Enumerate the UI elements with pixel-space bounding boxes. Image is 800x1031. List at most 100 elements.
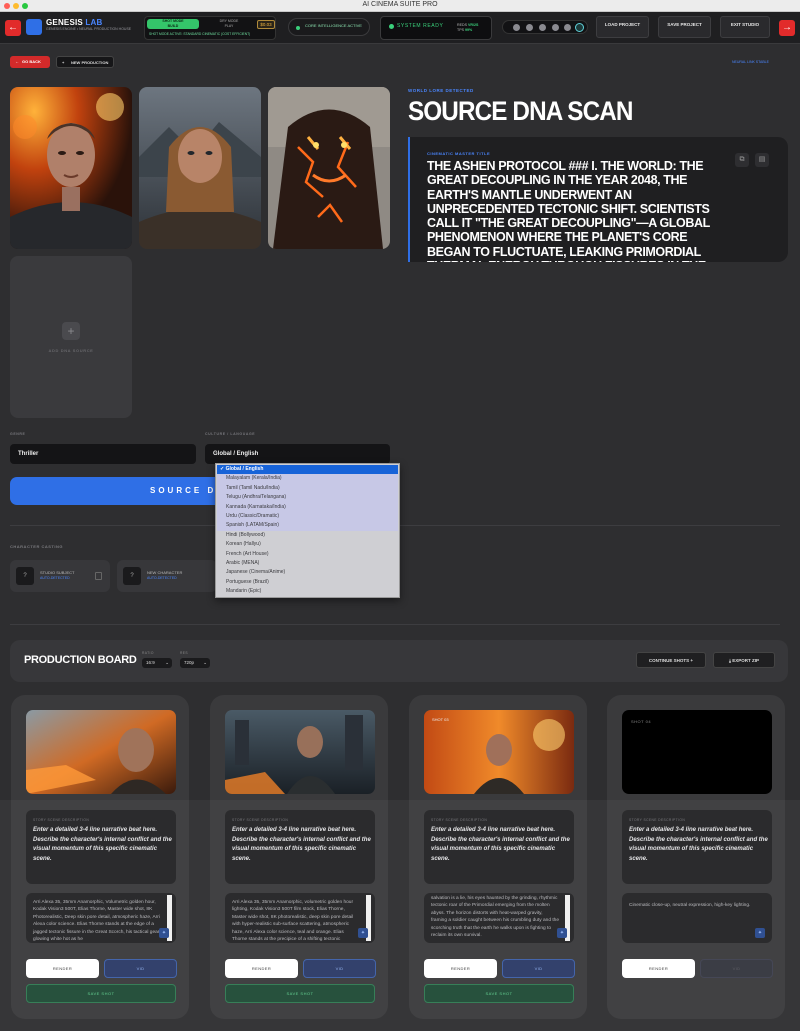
trash-icon[interactable]	[95, 572, 102, 580]
scene-description-box[interactable]: STORY SCENE DESCRIPTION Enter a detailed…	[26, 810, 176, 884]
dna-source-portrait-monster[interactable]	[268, 87, 390, 249]
production-board-header: PRODUCTION BOARD RATIO 16:9 ⌄ RES 720p ⌄…	[10, 640, 788, 682]
tps-value: 99%	[465, 28, 473, 32]
dropdown-option[interactable]: Japanese (Cinema/Anime)	[217, 568, 398, 577]
dropdown-option[interactable]: Spanish (LATAM/Spain)	[217, 521, 398, 531]
resolution-select[interactable]: 720p ⌄	[180, 658, 210, 668]
dropdown-option[interactable]: Arabic (MENA)	[217, 559, 398, 568]
download-icon: ⤓	[728, 658, 731, 663]
master-title-text[interactable]: THE ASHEN PROTOCOL ### I. THE WORLD: THE…	[427, 159, 727, 262]
export-zip-button[interactable]: ⤓ EXPORT ZIP	[713, 652, 775, 668]
video-button[interactable]: VID	[502, 959, 575, 978]
unknown-avatar-icon: ?	[123, 567, 141, 585]
lava-creature-image	[268, 87, 390, 249]
render-button[interactable]: RENDER	[26, 959, 99, 978]
ratio-select[interactable]: 16:9 ⌄	[142, 658, 172, 668]
scene-description-label: STORY SCENE DESCRIPTION	[33, 818, 90, 822]
dropdown-option[interactable]: Portuguese (Brazil)	[217, 578, 398, 587]
dropdown-option[interactable]: Tamil (Tamil Nadu/India)	[217, 483, 398, 494]
shot-prompt-text: Arri Alexa 35, 35mm Anamorphic, volumetr…	[232, 900, 354, 943]
step-dot[interactable]	[539, 24, 546, 31]
sparkle-icon[interactable]: ✦	[755, 928, 765, 938]
scene-description-label: STORY SCENE DESCRIPTION	[431, 818, 488, 822]
dropdown-option[interactable]: French (Art House)	[217, 550, 398, 559]
step-dot-active[interactable]	[575, 23, 584, 32]
back-arrow-button[interactable]: ←	[5, 20, 21, 36]
step-dot[interactable]	[513, 24, 520, 31]
dropdown-option[interactable]: Mandarin (Epic)	[217, 587, 398, 596]
dropdown-option[interactable]: Hindi (Bollywood)	[217, 531, 398, 540]
video-button[interactable]: VID	[303, 959, 376, 978]
character-card[interactable]: ? STUDIO SUBJECT AUTO-DETECTED	[10, 560, 110, 592]
genre-select[interactable]: Thriller	[10, 444, 196, 464]
new-production-label: NEW PRODUCTION	[71, 60, 109, 65]
dropdown-option[interactable]: Malayalam (Kerala/India)	[217, 474, 398, 484]
save-shot-button[interactable]: SAVE SHOT	[424, 984, 574, 1003]
cost-badge: $0.03	[257, 20, 275, 29]
shot-thumbnail[interactable]	[26, 710, 176, 794]
shot-prompt-textarea[interactable]: Arri Alexa 35, 35mm Anamorphic, volumetr…	[225, 893, 375, 943]
sparkle-icon[interactable]: ✦	[557, 928, 567, 938]
video-button[interactable]: VID	[700, 959, 773, 978]
step-dot[interactable]	[564, 24, 571, 31]
forward-arrow-button[interactable]: →	[779, 20, 795, 36]
dropdown-option[interactable]: Kannada (Karnataka/India)	[217, 502, 398, 512]
shot-prompt-textarea[interactable]: salvation is a lie, his eyes haunted by …	[424, 893, 574, 943]
unknown-avatar-icon: ?	[16, 567, 34, 585]
culture-language-select[interactable]: Global / English	[205, 444, 390, 464]
scene-description-box[interactable]: STORY SCENE DESCRIPTION Enter a detailed…	[225, 810, 375, 884]
shot-thumbnail-empty[interactable]: SHOT 04	[622, 710, 772, 794]
save-shot-button[interactable]: SAVE SHOT	[26, 984, 176, 1003]
save-shot-button[interactable]: SAVE SHOT	[225, 984, 375, 1003]
render-button[interactable]: RENDER	[225, 959, 298, 978]
shot-mode-toggle[interactable]: SHOT MODE BUILD	[147, 19, 199, 29]
save-project-button[interactable]: SAVE PROJECT	[658, 16, 711, 38]
shot-prompt-textarea[interactable]: Cinematic close-up, neutral expression, …	[622, 893, 772, 943]
core-status-pill: CORE INTELLIGENCE ACTIVE	[288, 18, 370, 36]
scene-description-text: Enter a detailed 3-4 line narrative beat…	[33, 827, 172, 862]
add-dna-source-button[interactable]: + ADD DNA SOURCE	[10, 256, 132, 418]
shot-prompt-textarea[interactable]: Arri Alexa 35, 35mm Anamorphic, Volumetr…	[26, 893, 176, 943]
scene-description-box[interactable]: STORY SCENE DESCRIPTION Enter a detailed…	[622, 810, 772, 884]
shot-card: STORY SCENE DESCRIPTION Enter a detailed…	[11, 695, 189, 1019]
dropdown-option-selected[interactable]: ✓ Global / English	[217, 465, 398, 475]
dropdown-option[interactable]: Urdu (Classic/Dramatic)	[217, 512, 398, 522]
culture-language-dropdown[interactable]: ✓ Global / English Malayalam (Kerala/Ind…	[215, 463, 400, 598]
shot-card: SHOT 03 STORY SCENE DESCRIPTION Enter a …	[409, 695, 587, 1019]
copy-icon[interactable]: ⧉	[735, 153, 749, 167]
character-card[interactable]: ? NEW CHARACTER AUTO-DETECTED	[117, 560, 217, 592]
step-dot[interactable]	[526, 24, 533, 31]
render-button[interactable]: RENDER	[622, 959, 695, 978]
status-dot-icon	[389, 24, 394, 29]
scene-description-label: STORY SCENE DESCRIPTION	[629, 818, 686, 822]
video-button[interactable]: VID	[104, 959, 177, 978]
scene-description-label: STORY SCENE DESCRIPTION	[232, 818, 289, 822]
load-project-button[interactable]: LOAD PROJECT	[596, 16, 649, 38]
shot-badge: SHOT 04	[631, 719, 652, 724]
window-titlebar: AI CINEMA SUITE PRO	[0, 0, 800, 12]
dropdown-option[interactable]: Telugu (Andhra/Telangana)	[217, 493, 398, 503]
render-button[interactable]: RENDER	[424, 959, 497, 978]
sparkle-icon[interactable]: ✦	[358, 928, 368, 938]
scene-description-box[interactable]: STORY SCENE DESCRIPTION Enter a detailed…	[424, 810, 574, 884]
sparkle-icon[interactable]: ✦	[159, 928, 169, 938]
go-back-button[interactable]: ← GO BACK	[10, 56, 50, 68]
character-status: AUTO-DETECTED	[40, 576, 70, 580]
dry-mode-toggle[interactable]: DRY MODE PLAY	[203, 19, 255, 29]
viking-portrait-image	[139, 87, 261, 249]
document-icon[interactable]: ▤	[755, 153, 769, 167]
exit-studio-button[interactable]: EXIT STUDIO	[720, 16, 770, 38]
app-header: ← GENESIS LAB GENESIS ENGINE • NEURAL PR…	[0, 12, 800, 44]
shot-prompt-text: Cinematic close-up, neutral expression, …	[629, 903, 751, 908]
new-production-button[interactable]: + NEW PRODUCTION	[56, 56, 114, 68]
ratio-value: 16:9	[146, 660, 155, 665]
dropdown-option[interactable]: Korean (Hallyu)	[217, 540, 398, 549]
shot-thumbnail[interactable]: SHOT 03	[424, 710, 574, 794]
dna-source-portrait-viking[interactable]	[139, 87, 261, 249]
continue-shots-button[interactable]: CONTINUE SHOTS +	[636, 652, 706, 668]
step-dot[interactable]	[552, 24, 559, 31]
shot-thumbnail[interactable]	[225, 710, 375, 794]
shot-prompt-text: Arri Alexa 35, 35mm Anamorphic, Volumetr…	[33, 900, 160, 943]
shot-card: SHOT 04 STORY SCENE DESCRIPTION Enter a …	[607, 695, 785, 1019]
dna-source-portrait-soldier[interactable]	[10, 87, 132, 249]
